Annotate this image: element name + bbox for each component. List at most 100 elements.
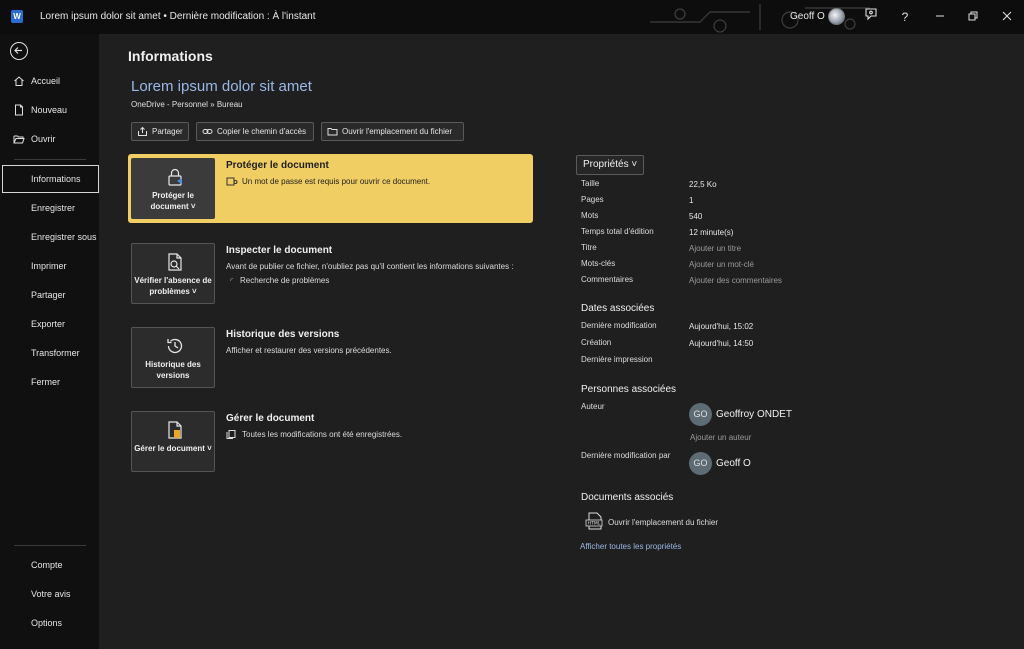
info-pane: Informations Lorem ipsum dolor sit amet … [99,34,1024,649]
sidebar-item-imprimer[interactable]: Imprimer [0,253,99,279]
restore-icon[interactable] [962,6,984,28]
sidebar-item-votre-avis[interactable]: Votre avis [0,581,99,607]
sidebar-item-informations[interactable]: Informations [2,165,99,193]
sidebar-item-exporter[interactable]: Exporter [0,311,99,337]
sidebar-item-label: Transformer [31,348,80,358]
window-title: Lorem ipsum dolor sit amet • Dernière mo… [40,11,316,22]
sidebar-item-enregistrer[interactable]: Enregistrer [0,195,99,221]
prop-value: 12 minute(s) [689,228,734,237]
issue-search-text: Recherche de problèmes [240,276,330,285]
manage-document-button[interactable]: Gérer le document ˅ [131,411,215,472]
protect-document-button[interactable]: Protéger le document ˅ [131,158,215,219]
show-all-properties-link[interactable]: Afficher toutes les propriétés [580,542,681,551]
close-icon[interactable] [996,6,1018,28]
avatar: GO [689,403,712,426]
home-icon [14,76,24,86]
version-history-tile-label: Historique des versions [145,360,201,380]
add-author-field[interactable]: Ajouter un auteur [690,433,751,442]
account-name[interactable]: Geoff O [790,11,825,22]
sidebar-item-label: Informations [31,174,81,184]
copy-path-label: Copier le chemin d'accès [217,127,307,136]
card-title: Gérer le document [226,413,315,424]
manage-document-tile-label: Gérer le document ˅ [134,444,212,453]
minimize-icon[interactable] [929,6,951,28]
prop-label: Dernière modification par [581,451,671,460]
sidebar-item-options[interactable]: Options [0,610,99,636]
backstage-sidebar: Accueil Nouveau Ouvrir Informations Enre… [0,34,99,649]
sidebar-item-label: Fermer [31,377,60,387]
prop-label: Temps total d'édition [581,227,654,236]
document-path: OneDrive - Personnel » Bureau [131,100,243,109]
sidebar-item-enregistrer-sous[interactable]: Enregistrer sous [0,224,99,250]
sidebar-item-label: Exporter [31,319,66,329]
sidebar-item-label: Accueil [31,76,61,86]
sidebar-item-label: Enregistrer sous [31,232,97,242]
open-location-button[interactable]: Ouvrir l'emplacement du fichier [321,122,464,141]
card-title: Historique des versions [226,329,340,340]
sidebar-item-partager[interactable]: Partager [0,282,99,308]
folder-open-icon [13,135,25,144]
prop-label: Mots [581,211,599,220]
version-history-button[interactable]: Historique des versions [131,327,215,388]
keywords-field[interactable]: Ajouter un mot-clé [689,260,754,269]
prop-label: Création [581,338,612,347]
prop-value: 1 [689,196,694,205]
sidebar-divider [14,159,86,160]
sidebar-item-label: Partager [31,290,66,300]
document-name: Lorem ipsum dolor sit amet [131,78,312,95]
check-issues-tile-label: Vérifier l'absence de problèmes ˅ [134,276,212,296]
link-icon [202,129,213,134]
help-icon[interactable]: ? [894,6,916,28]
section-title: Personnes associées [581,384,677,395]
modifier-name[interactable]: Geoff O [716,458,751,469]
sidebar-item-ouvrir[interactable]: Ouvrir [0,126,99,152]
prop-label: Taille [581,179,600,188]
sidebar-item-label: Nouveau [31,105,68,115]
prop-label: Dernière modification [581,321,657,330]
prop-value: 540 [689,212,703,221]
properties-dropdown[interactable]: Propriétés ˅ [576,155,645,175]
open-file-location-link[interactable]: Ouvrir l'emplacement du fichier [608,518,718,527]
sidebar-item-accueil[interactable]: Accueil [0,68,99,94]
section-title: Documents associés [581,492,674,503]
prop-label: Titre [581,243,597,252]
author-name[interactable]: Geoffroy ONDET [716,409,792,420]
prop-value: Aujourd'hui, 14:50 [689,339,754,348]
card-description: Toutes les modifications ont été enregis… [226,429,526,440]
copy-path-button[interactable]: Copier le chemin d'accès [196,122,314,141]
feedback-icon[interactable] [860,6,882,28]
prop-value: 22,5 Ko [689,180,717,189]
sidebar-item-compte[interactable]: Compte [0,552,99,578]
prop-label: Mots-clés [581,259,616,268]
card-description-text: Toutes les modifications ont été enregis… [242,430,403,439]
sidebar-item-fermer[interactable]: Fermer [0,369,99,395]
sidebar-item-label: Ouvrir [31,134,56,144]
card-description: Afficher et restaurer des versions précé… [226,346,392,355]
sidebar-divider [14,545,86,546]
check-issues-button[interactable]: Vérifier l'absence de problèmes ˅ [131,243,215,304]
card-description-text: Un mot de passe est requis pour ouvrir c… [242,177,431,186]
card-title: Inspecter le document [226,245,333,256]
manage-document-icon [168,421,182,439]
card-description: Avant de publier ce fichier, n'oubliez p… [226,261,526,286]
word-logo-icon: W [11,10,23,23]
card-description-text: Avant de publier ce fichier, n'oubliez p… [226,262,514,271]
share-button[interactable]: Partager [131,122,189,141]
page-title: Informations [128,48,213,64]
open-location-label: Ouvrir l'emplacement du fichier [342,127,453,136]
sidebar-item-transformer[interactable]: Transformer [0,340,99,366]
account-avatar[interactable] [828,8,845,25]
avatar: GO [689,452,712,475]
title-bar: W Lorem ipsum dolor sit amet • Dernière … [0,0,1024,34]
title-field[interactable]: Ajouter un titre [689,244,741,253]
sidebar-item-label: Votre avis [31,589,71,599]
comments-field[interactable]: Ajouter des commentaires [689,276,782,285]
prop-label: Dernière impression [581,355,653,364]
sidebar-item-nouveau[interactable]: Nouveau [0,97,99,123]
prop-label: Auteur [581,402,605,411]
manage-document-card: Gérer le document ˅ Gérer le document To… [128,407,533,476]
back-arrow-icon[interactable] [10,42,28,60]
sidebar-item-label: Compte [31,560,63,570]
inspect-document-card: Vérifier l'absence de problèmes ˅ Inspec… [128,239,533,308]
html-file-icon: HTML [585,512,605,530]
